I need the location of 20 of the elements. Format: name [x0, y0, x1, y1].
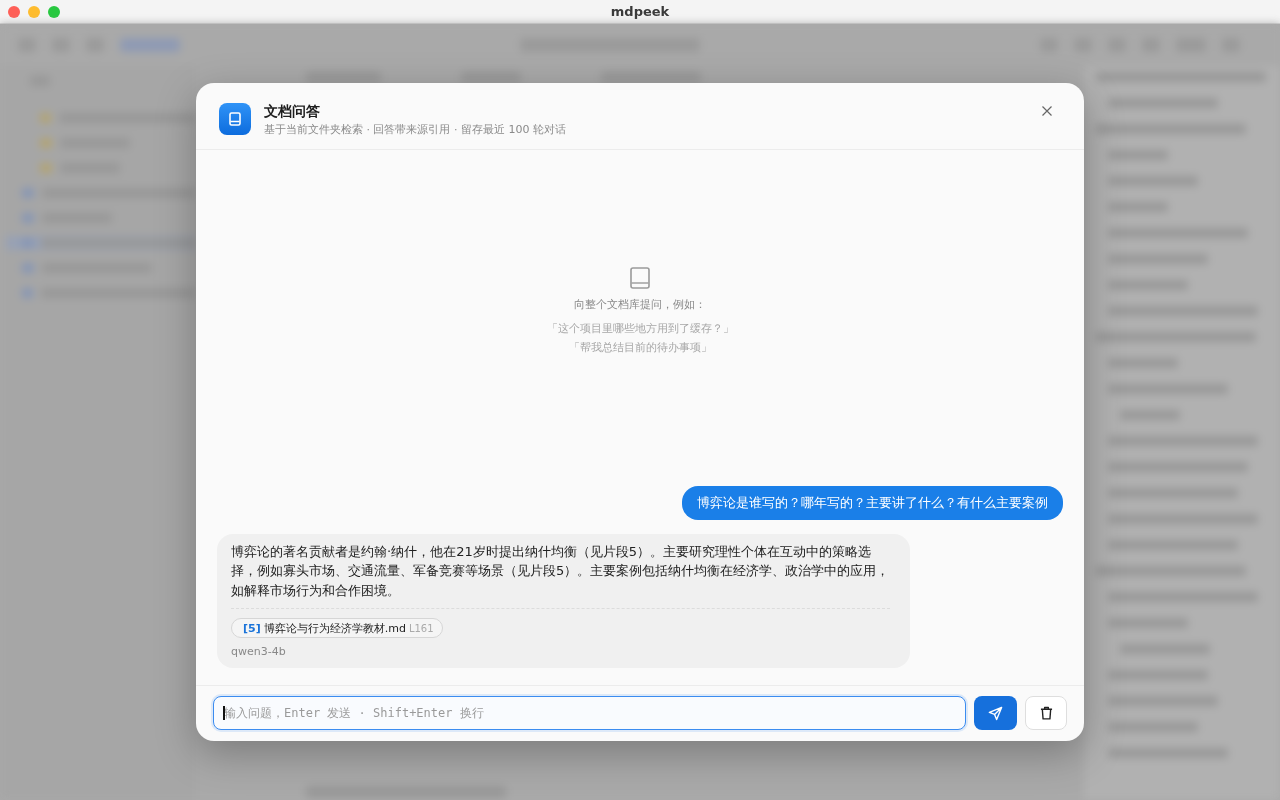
model-label: qwen3-4b — [231, 645, 286, 659]
close-icon — [1042, 106, 1052, 116]
delete-button[interactable] — [1025, 696, 1067, 730]
example-question: 「这个项目里哪些地方用到了缓存？」 — [546, 321, 734, 336]
example-question: 「帮我总结目前的待办事项」 — [568, 340, 712, 355]
answer-text: 博弈论的著名贡献者是约翰·纳什，他在21岁时提出纳什均衡（见片段5）。主要研究理性个体在互动中的策略选择，例如寡头市场、交通流量、军备竞赛等场景（见片段5）。主要案例包括纳什均衡在经济学、政治学中的应用，如解释市场行为和合作困境。 — [231, 542, 890, 600]
citation-chip[interactable]: [5] 博弈论与行为经济学教材.md L161 — [231, 618, 443, 638]
send-button[interactable] — [974, 696, 1017, 730]
user-message: 博弈论是谁写的？哪年写的？主要讲了什么？有什么主要案例 — [682, 485, 1063, 520]
close-window-button[interactable] — [8, 5, 20, 18]
book-icon — [630, 266, 650, 289]
window-title: mdpeek — [610, 4, 670, 19]
book-icon — [219, 103, 251, 135]
empty-state-prompt: 向整个文档库提问，例如： — [574, 297, 706, 312]
send-icon — [988, 705, 1003, 721]
text-cursor — [223, 706, 225, 720]
dialog-title: 文档问答 — [264, 102, 320, 120]
question-input[interactable]: 输入问题，Enter 发送 · Shift+Enter 换行 — [213, 696, 966, 730]
trash-icon — [1039, 706, 1053, 720]
dialog-subtitle: 基于当前文件夹检索 · 回答带来源引用 · 留存最近 100 轮对话 — [264, 123, 566, 137]
